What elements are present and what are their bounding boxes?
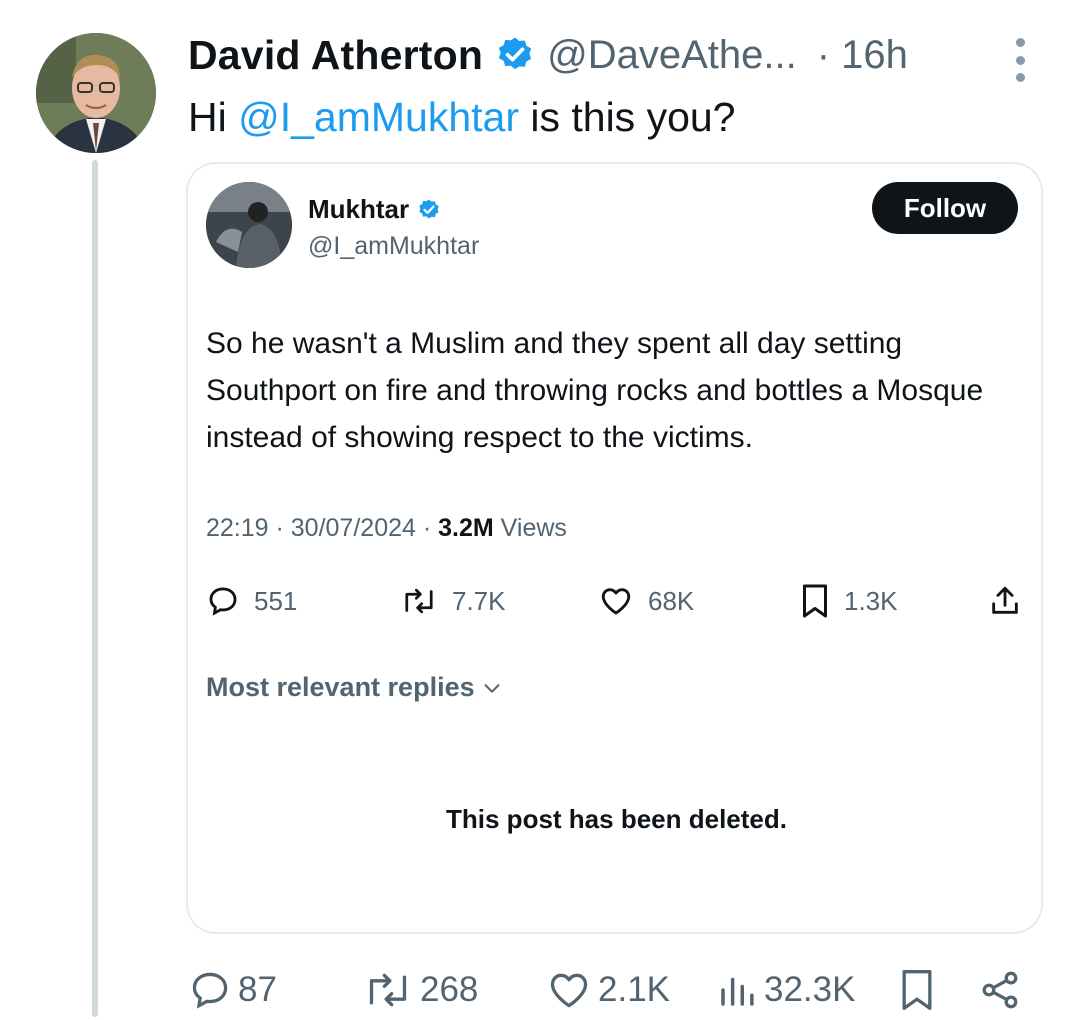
- chevron-down-icon: [484, 683, 500, 693]
- quoted-post-meta: 22:19 · 30/07/2024 · 3.2M Views: [206, 514, 567, 543]
- quoted-reply-stat: 551: [206, 576, 297, 626]
- views-count: 32.3K: [764, 970, 856, 1009]
- quoted-views-count: 3.2M: [438, 514, 494, 542]
- quoted-author-handle: @I_amMukhtar: [308, 232, 480, 260]
- quoted-bookmark-stat: 1.3K: [800, 576, 898, 626]
- reply-button[interactable]: 87: [188, 960, 277, 1020]
- quoted-verified-badge-icon: [417, 198, 441, 222]
- views-button[interactable]: 32.3K: [716, 960, 855, 1020]
- quoted-author-name: Mukhtar: [308, 194, 410, 224]
- views-chart-icon: [721, 977, 754, 1006]
- tweet-text-prefix: Hi: [188, 94, 239, 140]
- repost-icon: [369, 973, 407, 1007]
- deleted-notice: This post has been deleted.: [446, 804, 787, 834]
- tweet-time[interactable]: · 16h: [817, 33, 908, 78]
- quoted-post-image[interactable]: Mukhtar @I_amMukhtar Follow So he wasn't…: [186, 162, 1043, 934]
- quoted-timestamp: 22:19 · 30/07/2024 ·: [206, 514, 439, 542]
- replies-filter-label: Most relevant replies: [206, 672, 475, 702]
- repost-count: 268: [420, 970, 479, 1009]
- quoted-repost-count: 7.7K: [452, 585, 506, 616]
- quoted-action-bar: 551 7.7K 68K 1.3K: [188, 576, 1041, 626]
- repost-button[interactable]: 268: [362, 960, 478, 1020]
- quoted-like-count: 68K: [648, 585, 695, 616]
- quoted-post-text: So he wasn't a Muslim and they spent all…: [206, 327, 984, 454]
- quoted-like-stat: 68K: [598, 576, 694, 626]
- replies-filter: Most relevant replies: [206, 672, 503, 703]
- share-button[interactable]: [978, 960, 1028, 1020]
- quoted-author-avatar: [206, 182, 292, 268]
- author-avatar[interactable]: [36, 33, 156, 153]
- share-icon: [992, 586, 1018, 614]
- bookmark-button[interactable]: [898, 960, 942, 1020]
- like-button[interactable]: 2.1K: [546, 960, 670, 1020]
- quoted-share-stat: [988, 576, 1036, 626]
- bookmark-icon: [803, 584, 827, 618]
- tweet-text-suffix: is this you?: [518, 94, 736, 140]
- heart-icon: [550, 973, 588, 1008]
- quoted-author-name-row: Mukhtar: [308, 194, 441, 225]
- reply-icon: [209, 587, 237, 616]
- quoted-views-label: Views: [493, 514, 567, 542]
- quoted-avatar-image: [206, 182, 292, 268]
- reply-count: 87: [238, 970, 277, 1009]
- reply-icon: [192, 972, 228, 1009]
- thread-line: [92, 160, 98, 1017]
- tweet-action-bar: 87 268 2.1K 32.3K: [0, 960, 1080, 1020]
- quoted-reply-count: 551: [254, 585, 298, 616]
- quoted-bookmark-count: 1.3K: [844, 585, 898, 616]
- repost-icon: [405, 588, 433, 614]
- follow-button: Follow: [872, 182, 1018, 234]
- like-count: 2.1K: [598, 970, 670, 1009]
- author-handle[interactable]: @DaveAthe...: [547, 33, 797, 78]
- mention-link[interactable]: @I_amMukhtar: [238, 94, 519, 140]
- quoted-repost-stat: 7.7K: [400, 576, 506, 626]
- author-name[interactable]: David Atherton: [188, 32, 483, 79]
- verified-badge-icon: [495, 35, 535, 75]
- share-icon: [982, 971, 1018, 1009]
- avatar-image: [36, 33, 156, 153]
- heart-icon: [601, 588, 631, 615]
- more-options-icon[interactable]: [1006, 38, 1034, 82]
- tweet-text: Hi @I_amMukhtar is this you?: [188, 90, 735, 144]
- bookmark-icon: [902, 970, 932, 1010]
- tweet-header: David Atherton @DaveAthe... · 16h: [188, 28, 988, 82]
